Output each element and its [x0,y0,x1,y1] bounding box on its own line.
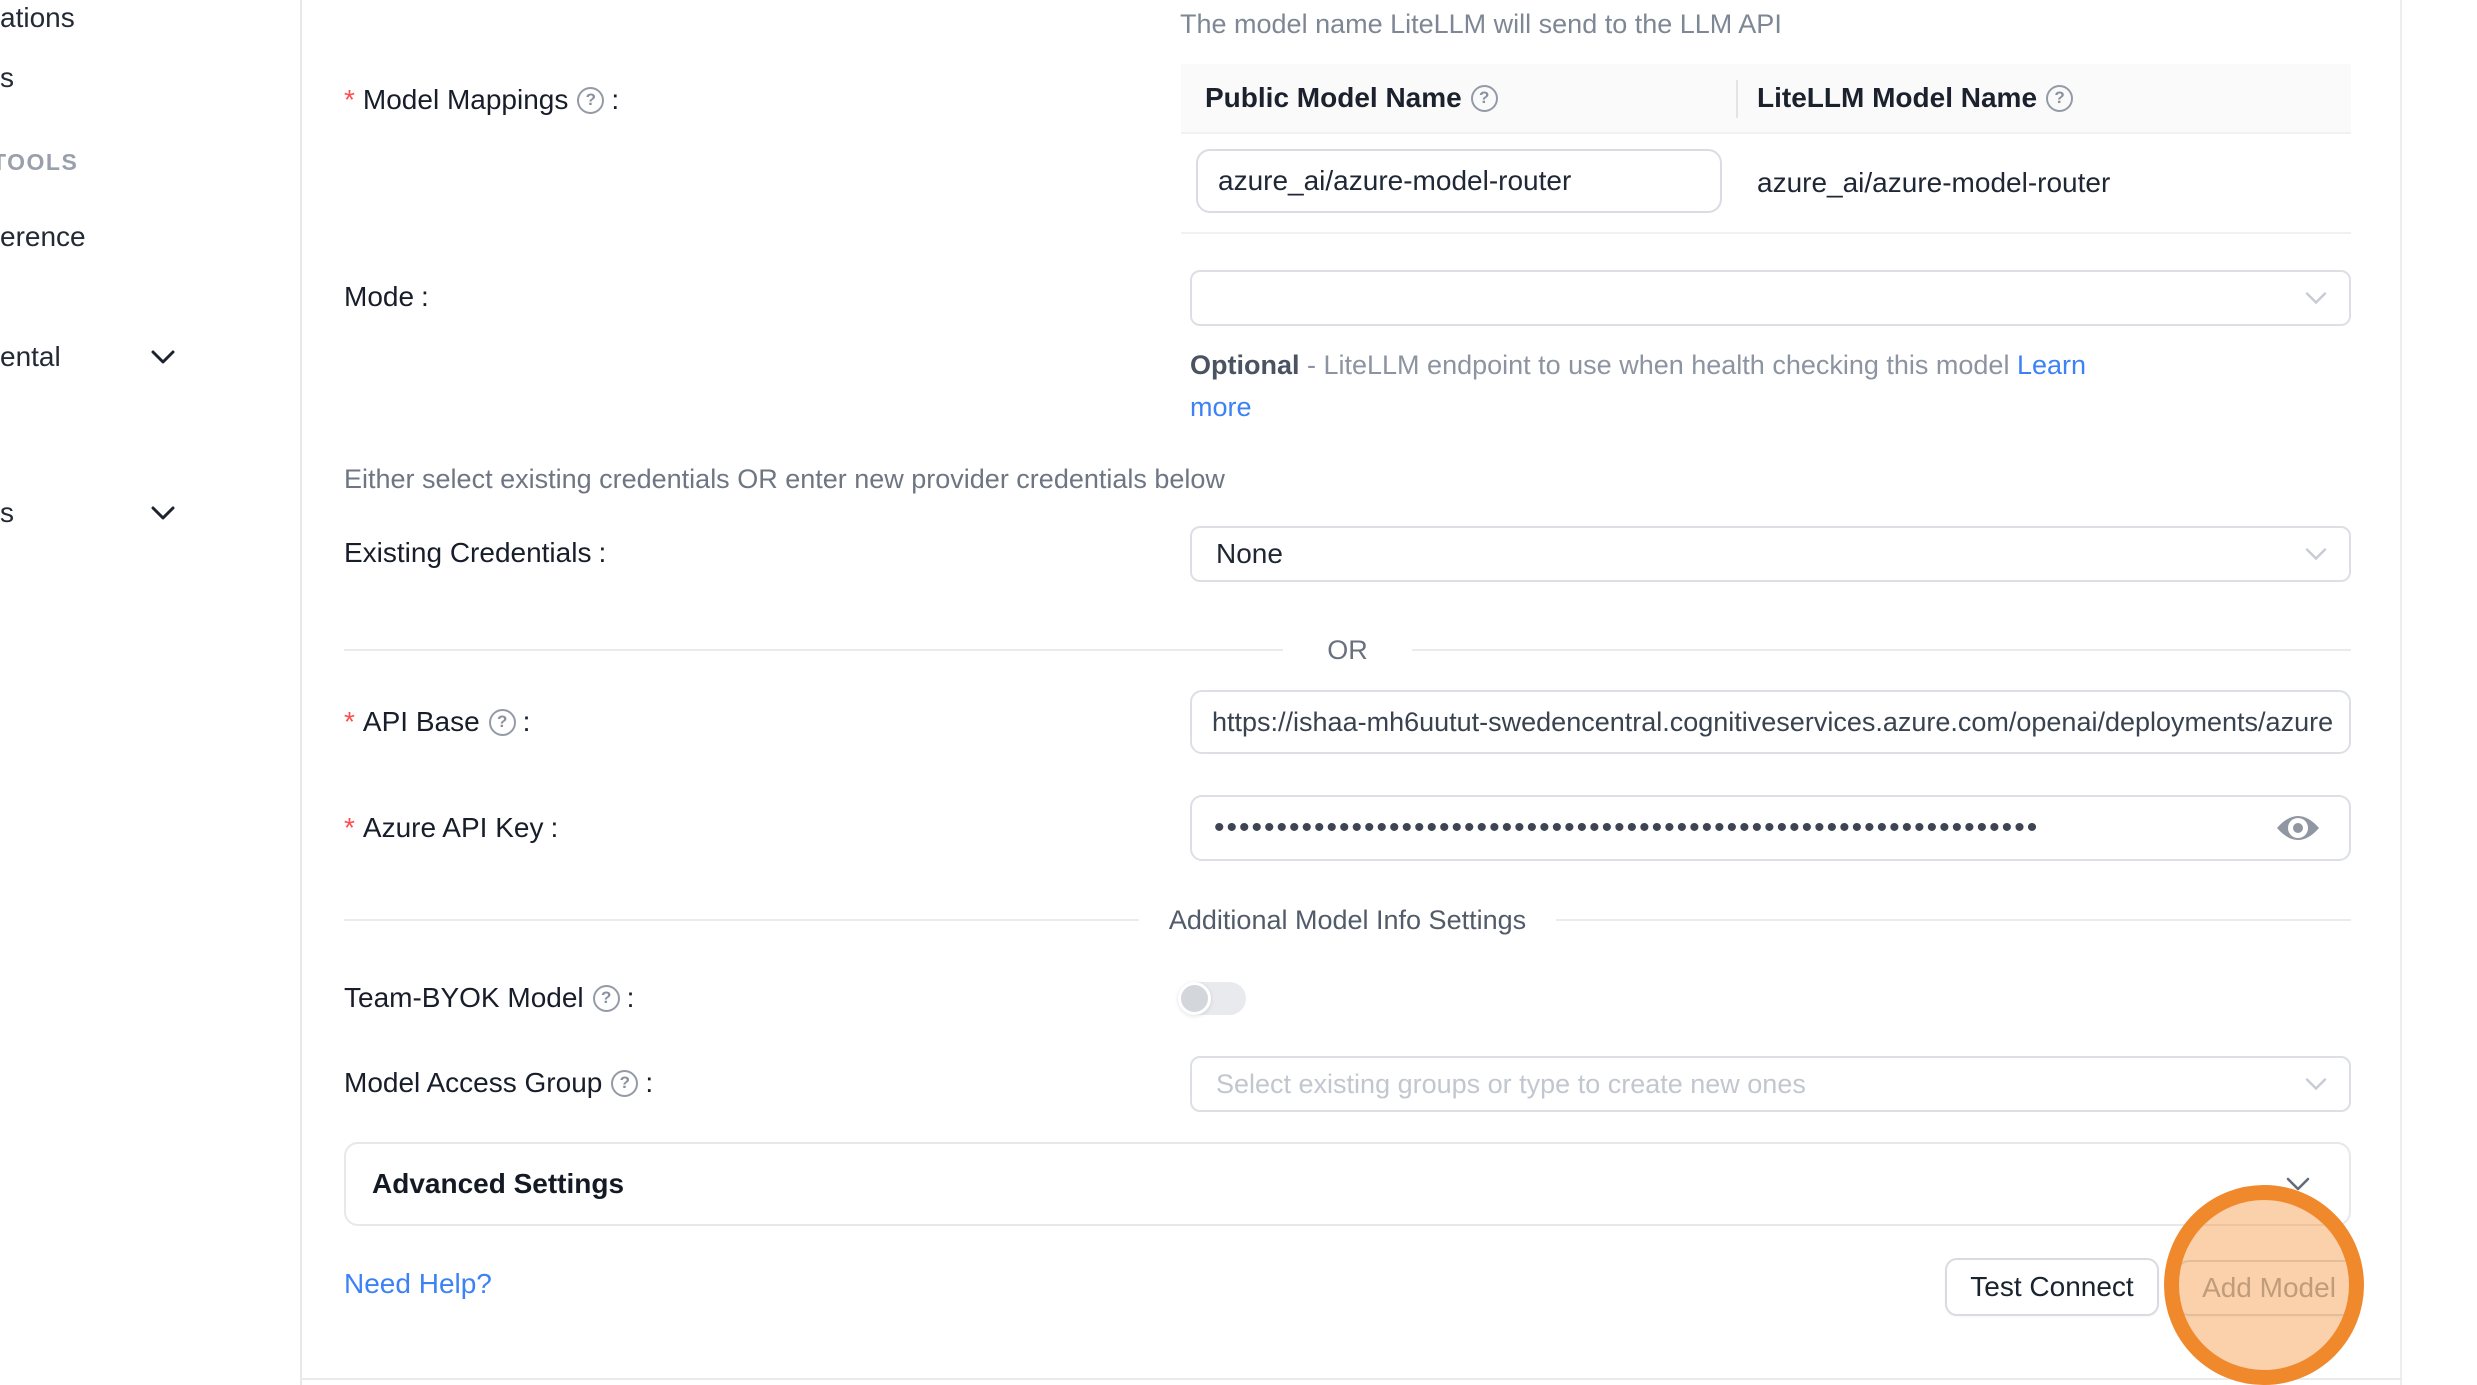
model-mappings-table: Public Model Name ? LiteLLM Model Name ?… [1181,64,2351,234]
mode-select[interactable] [1190,270,2351,326]
label-text: Existing Credentials [344,537,591,569]
learn-more-link[interactable]: Learn [2017,350,2086,380]
sidebar-item-truncated-2[interactable]: s [0,58,14,98]
sidebar-item-truncated-3[interactable]: erence [0,217,86,257]
model-name-helper-text: The model name LiteLLM will send to the … [1180,6,1782,42]
label-colon: : [598,537,606,569]
existing-credentials-select[interactable]: None [1190,526,2351,582]
litellm-model-name-value: azure_ai/azure-model-router [1757,134,2110,232]
team-byok-toggle[interactable] [1180,982,1246,1015]
sidebar-item-label: ental [0,341,61,373]
team-byok-label: Team-BYOK Model ? : [344,978,634,1018]
header-column-divider [1736,80,1738,118]
table-row: azure_ai/azure-model-router [1181,134,2351,234]
advanced-settings-title: Advanced Settings [346,1168,624,1200]
divider-line [344,649,1283,651]
help-question-icon[interactable]: ? [489,709,516,736]
label-text: Azure API Key [363,812,544,844]
table-header-row: Public Model Name ? LiteLLM Model Name ? [1181,64,2351,134]
header-text: Public Model Name [1205,82,1462,114]
required-asterisk: * [344,812,355,844]
learn-more-link[interactable]: more [1190,392,1252,422]
api-base-input[interactable] [1190,690,2351,754]
sidebar-item-truncated-1[interactable]: ations [0,0,75,38]
chevron-down-icon[interactable] [148,342,178,372]
label-text: Model Access Group [344,1067,602,1099]
model-mappings-label: * Model Mappings ? : [344,80,619,120]
label-text: Model Mappings [363,84,568,116]
divider-line [1556,919,2351,921]
sidebar: ations s TOOLS erence ental s [0,0,302,1385]
additional-settings-divider: Additional Model Info Settings [344,900,2351,940]
add-model-page: ations s TOOLS erence ental s The model … [0,0,2477,1385]
chevron-down-icon[interactable] [148,498,178,528]
chevron-down-icon [2305,547,2327,561]
sidebar-item-truncated-5[interactable]: s [0,493,14,533]
help-question-icon[interactable]: ? [1471,85,1498,112]
selected-value: None [1192,538,1283,570]
divider-text: Additional Model Info Settings [1169,905,1526,936]
sidebar-item-label: s [0,62,14,94]
sidebar-item-label: erence [0,221,86,253]
help-question-icon[interactable]: ? [593,985,620,1012]
sidebar-section-tools: TOOLS [0,146,78,178]
sidebar-item-label: ations [0,2,75,34]
card-right-border [2400,0,2402,1385]
masked-password-value: ••••••••••••••••••••••••••••••••••••••••… [1214,797,2254,859]
public-model-name-input[interactable] [1196,149,1722,213]
divider-text: OR [1327,635,1368,666]
card-bottom-border [300,1378,2402,1380]
divider-line [1412,649,2351,651]
label-text: API Base [363,706,480,738]
required-asterisk: * [344,84,355,116]
azure-api-key-input[interactable]: ••••••••••••••••••••••••••••••••••••••••… [1190,795,2351,861]
header-text: LiteLLM Model Name [1757,82,2037,114]
optional-emphasis: Optional [1190,350,1300,380]
model-access-group-select[interactable]: Select existing groups or type to create… [1190,1056,2351,1112]
label-text: Mode [344,281,414,313]
sidebar-item-label: s [0,497,14,529]
sidebar-item-truncated-4[interactable]: ental [0,337,61,377]
public-model-name-header: Public Model Name ? [1181,64,1737,132]
need-help-link[interactable]: Need Help? [344,1264,492,1304]
label-colon: : [421,281,429,313]
label-colon: : [611,84,619,116]
extra-text: - LiteLLM endpoint to use when health ch… [1300,350,2017,380]
help-question-icon[interactable]: ? [2046,85,2073,112]
advanced-settings-panel[interactable]: Advanced Settings [344,1142,2351,1226]
help-question-icon[interactable]: ? [577,87,604,114]
credentials-note: Either select existing credentials OR en… [344,461,1225,497]
select-placeholder: Select existing groups or type to create… [1192,1069,1806,1100]
label-colon: : [645,1067,653,1099]
existing-credentials-label: Existing Credentials : [344,533,606,573]
required-asterisk: * [344,706,355,738]
chevron-down-icon [2305,1077,2327,1091]
model-access-group-label: Model Access Group ? : [344,1063,653,1103]
chevron-down-icon [2305,291,2327,305]
label-colon: : [627,982,635,1014]
label-colon: : [523,706,531,738]
azure-api-key-label: * Azure API Key : [344,808,558,848]
sidebar-section-label: TOOLS [0,149,78,176]
eye-icon[interactable] [2275,811,2321,845]
add-model-button[interactable]: Add Model [2177,1260,2361,1316]
toggle-knob [1178,982,1211,1015]
help-question-icon[interactable]: ? [611,1070,638,1097]
chevron-down-icon [2285,1176,2311,1192]
divider-line [344,919,1139,921]
or-divider: OR [344,630,2351,670]
api-base-label: * API Base ? : [344,702,530,742]
litellm-model-name-header: LiteLLM Model Name ? [1737,64,2073,132]
mode-label: Mode : [344,277,429,317]
test-connect-button[interactable]: Test Connect [1945,1258,2159,1316]
label-colon: : [550,812,558,844]
label-text: Team-BYOK Model [344,982,584,1014]
mode-extra-help: Optional - LiteLLM endpoint to use when … [1190,344,2110,428]
